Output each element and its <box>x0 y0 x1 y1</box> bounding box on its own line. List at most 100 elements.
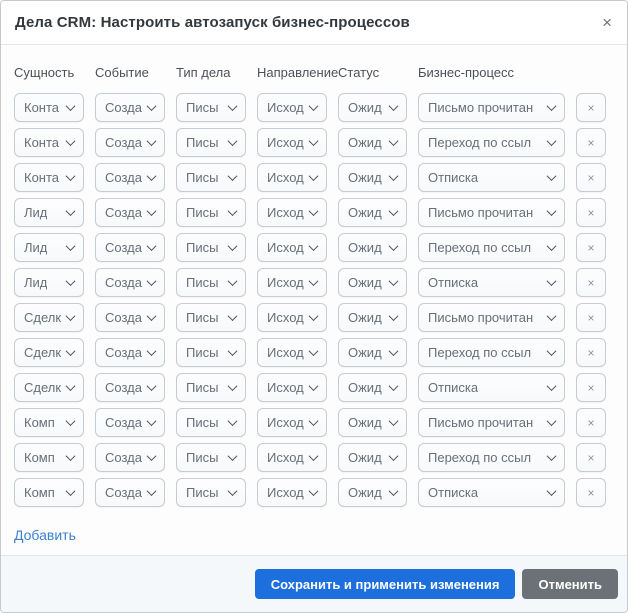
remove-row-button[interactable]: × <box>576 128 606 157</box>
status-select[interactable]: Ожид <box>338 93 407 122</box>
status-select[interactable]: Ожид <box>338 303 407 332</box>
status-select[interactable]: Ожид <box>338 128 407 157</box>
deal-type-select[interactable]: Писы <box>176 268 246 297</box>
entity-select[interactable]: Конта <box>14 163 84 192</box>
deal-type-select[interactable]: Писы <box>176 338 246 367</box>
deal-type-select[interactable]: Писы <box>176 408 246 437</box>
event-select[interactable]: Созда <box>95 268 165 297</box>
event-select[interactable]: Созда <box>95 303 165 332</box>
dialog-header: Дела CRM: Настроить автозапуск бизнес-пр… <box>1 1 627 45</box>
deal-type-select[interactable]: Писы <box>176 198 246 227</box>
direction-select[interactable]: Исход <box>257 128 327 157</box>
direction-select[interactable]: Исход <box>257 163 327 192</box>
entity-select[interactable]: Сделк <box>14 338 84 367</box>
entity-select[interactable]: Сделк <box>14 373 84 402</box>
chevron-down-icon <box>65 451 76 462</box>
business-process-select[interactable]: Отписка <box>418 268 565 297</box>
chevron-down-icon <box>546 346 557 357</box>
entity-select[interactable]: Комп <box>14 443 84 472</box>
deal-type-select[interactable]: Писы <box>176 233 246 262</box>
status-select[interactable]: Ожид <box>338 338 407 367</box>
remove-row-button[interactable]: × <box>576 303 606 332</box>
remove-row-button[interactable]: × <box>576 198 606 227</box>
status-select[interactable]: Ожид <box>338 233 407 262</box>
entity-select[interactable]: Лид <box>14 233 84 262</box>
direction-select[interactable]: Исход <box>257 373 327 402</box>
business-process-select[interactable]: Письмо прочитан <box>418 408 565 437</box>
remove-row-button[interactable]: × <box>576 233 606 262</box>
status-select[interactable]: Ожид <box>338 373 407 402</box>
event-select[interactable]: Созда <box>95 233 165 262</box>
chevron-down-icon <box>146 171 157 182</box>
status-select[interactable]: Ожид <box>338 268 407 297</box>
business-process-select[interactable]: Переход по ссыл <box>418 128 565 157</box>
business-process-select[interactable]: Переход по ссыл <box>418 443 565 472</box>
status-select[interactable]: Ожид <box>338 478 407 507</box>
event-select[interactable]: Созда <box>95 198 165 227</box>
deal-type-select[interactable]: Писы <box>176 478 246 507</box>
add-row-link[interactable]: Добавить <box>14 527 76 543</box>
deal-type-select[interactable]: Писы <box>176 373 246 402</box>
event-select[interactable]: Созда <box>95 93 165 122</box>
remove-row-button[interactable]: × <box>576 163 606 192</box>
business-process-select[interactable]: Письмо прочитан <box>418 93 565 122</box>
chevron-down-icon <box>388 206 399 217</box>
event-select[interactable]: Созда <box>95 443 165 472</box>
business-process-select[interactable]: Письмо прочитан <box>418 303 565 332</box>
event-select[interactable]: Созда <box>95 163 165 192</box>
close-icon[interactable]: × <box>602 14 612 31</box>
deal-type-select[interactable]: Писы <box>176 163 246 192</box>
status-select[interactable]: Ожид <box>338 443 407 472</box>
business-process-select[interactable]: Отписка <box>418 163 565 192</box>
save-button[interactable]: Сохранить и применить изменения <box>254 569 516 599</box>
status-select[interactable]: Ожид <box>338 198 407 227</box>
event-select[interactable]: Созда <box>95 408 165 437</box>
chevron-down-icon <box>388 171 399 182</box>
remove-row-button[interactable]: × <box>576 443 606 472</box>
direction-select[interactable]: Исход <box>257 478 327 507</box>
direction-select[interactable]: Исход <box>257 443 327 472</box>
entity-select[interactable]: Комп <box>14 408 84 437</box>
business-process-select[interactable]: Отписка <box>418 373 565 402</box>
remove-row-button[interactable]: × <box>576 338 606 367</box>
deal-type-select[interactable]: Писы <box>176 128 246 157</box>
remove-row-button[interactable]: × <box>576 268 606 297</box>
entity-select[interactable]: Комп <box>14 478 84 507</box>
remove-row-button[interactable]: × <box>576 373 606 402</box>
deal-type-select[interactable]: Писы <box>176 93 246 122</box>
business-process-select[interactable]: Переход по ссыл <box>418 233 565 262</box>
event-select[interactable]: Созда <box>95 338 165 367</box>
direction-select[interactable]: Исход <box>257 408 327 437</box>
remove-row-button[interactable]: × <box>576 408 606 437</box>
direction-select[interactable]: Исход <box>257 93 327 122</box>
chevron-down-icon <box>227 101 238 112</box>
remove-row-button[interactable]: × <box>576 478 606 507</box>
table-row: Сделк Созда Писы Исход Ожид Отписка × <box>14 373 618 402</box>
event-select[interactable]: Созда <box>95 373 165 402</box>
deal-type-select[interactable]: Писы <box>176 303 246 332</box>
status-select[interactable]: Ожид <box>338 163 407 192</box>
entity-select[interactable]: Сделк <box>14 303 84 332</box>
entity-select[interactable]: Лид <box>14 198 84 227</box>
chevron-down-icon <box>65 416 76 427</box>
business-process-select[interactable]: Отписка <box>418 478 565 507</box>
business-process-select[interactable]: Письмо прочитан <box>418 198 565 227</box>
direction-select[interactable]: Исход <box>257 303 327 332</box>
entity-select[interactable]: Лид <box>14 268 84 297</box>
event-select[interactable]: Созда <box>95 478 165 507</box>
direction-select[interactable]: Исход <box>257 268 327 297</box>
direction-select[interactable]: Исход <box>257 233 327 262</box>
entity-select[interactable]: Конта <box>14 93 84 122</box>
direction-select[interactable]: Исход <box>257 338 327 367</box>
status-select[interactable]: Ожид <box>338 408 407 437</box>
chevron-down-icon <box>308 276 319 287</box>
chevron-down-icon <box>227 206 238 217</box>
chevron-down-icon <box>227 346 238 357</box>
direction-select[interactable]: Исход <box>257 198 327 227</box>
business-process-select[interactable]: Переход по ссыл <box>418 338 565 367</box>
entity-select[interactable]: Конта <box>14 128 84 157</box>
event-select[interactable]: Созда <box>95 128 165 157</box>
remove-row-button[interactable]: × <box>576 93 606 122</box>
deal-type-select[interactable]: Писы <box>176 443 246 472</box>
cancel-button[interactable]: Отменить <box>522 569 618 599</box>
